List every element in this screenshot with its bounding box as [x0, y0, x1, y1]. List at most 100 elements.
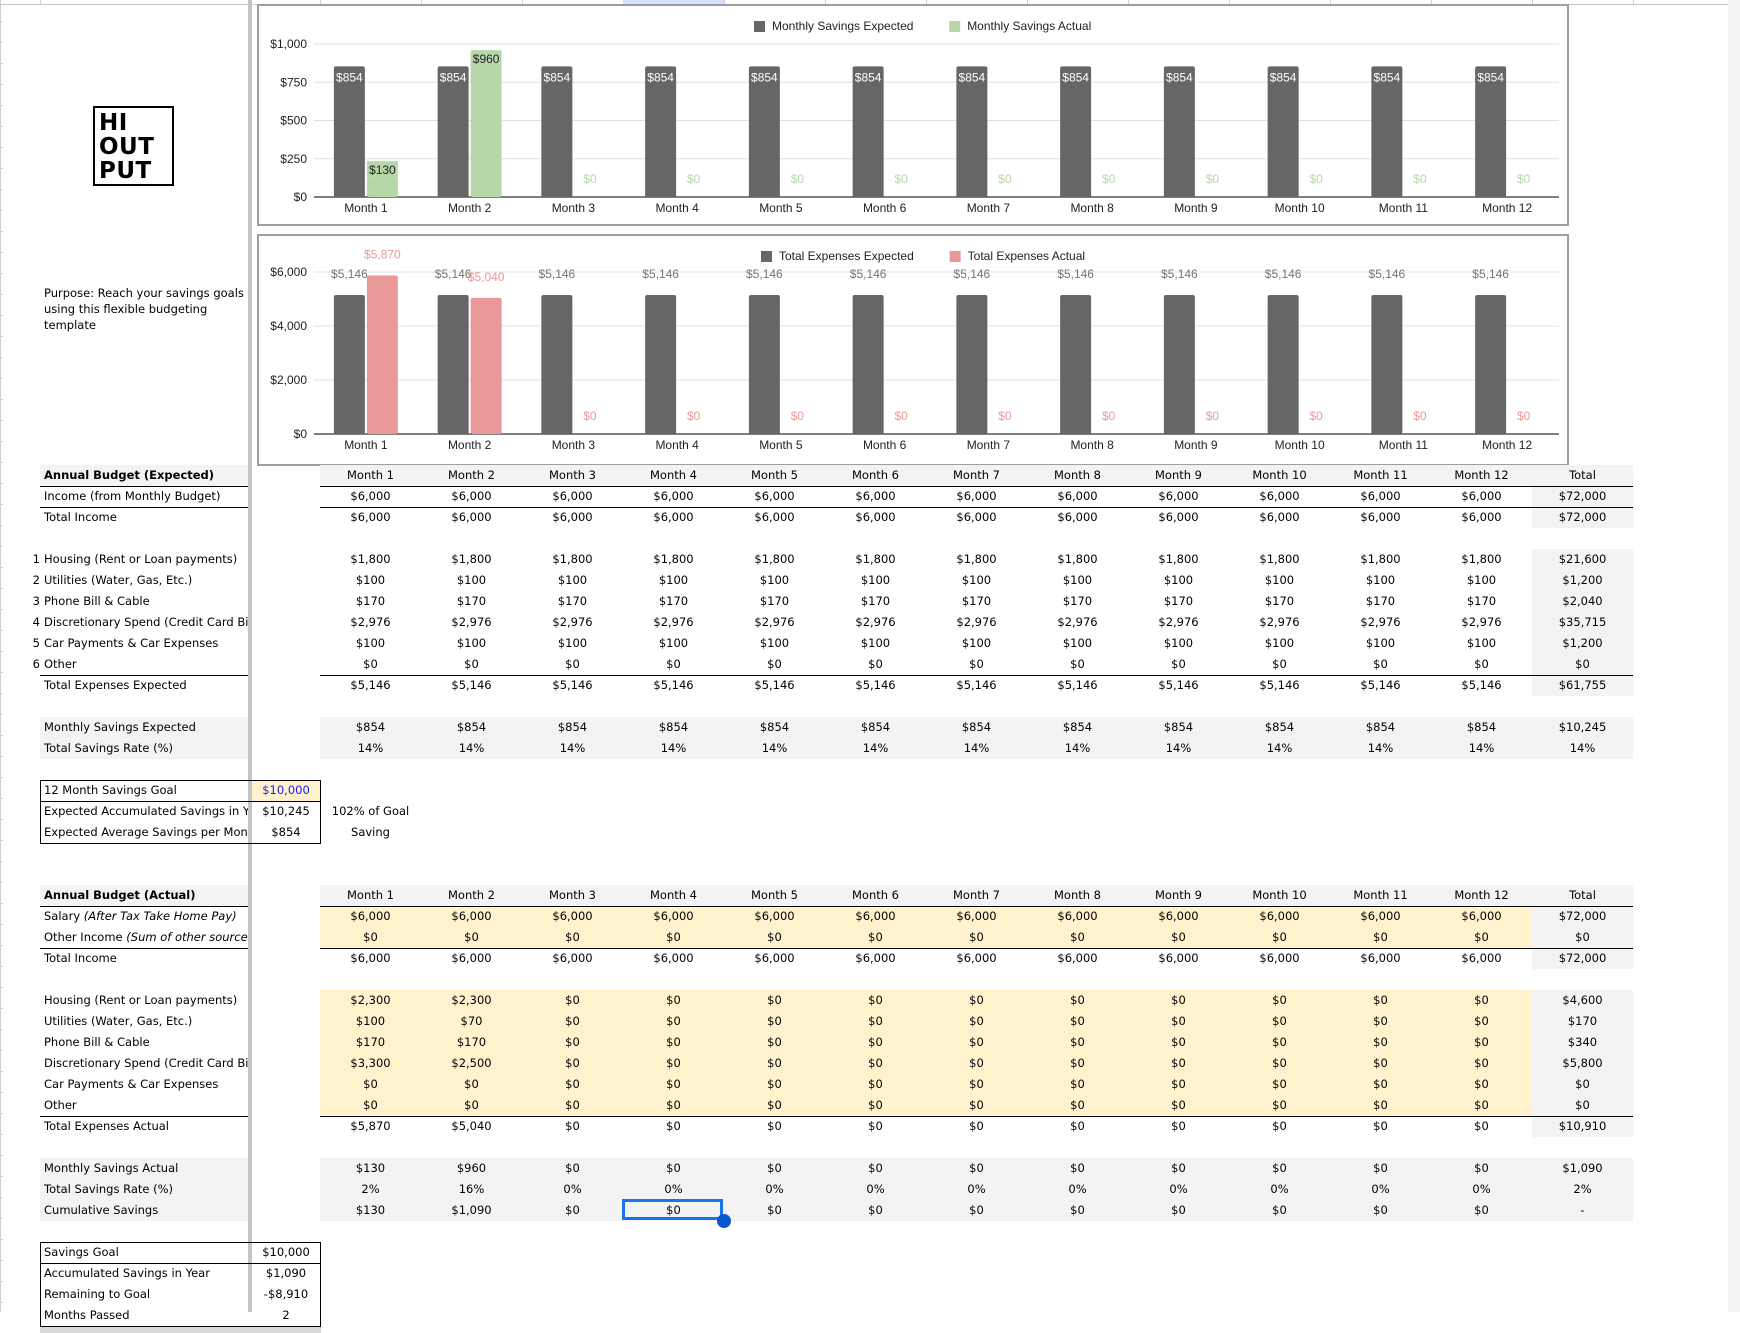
value-cell[interactable]: $170	[421, 1032, 522, 1053]
value-cell[interactable]: $0	[1027, 654, 1128, 675]
value-cell[interactable]: $0	[724, 927, 825, 948]
value-cell[interactable]: $1,800	[421, 549, 522, 570]
value-cell[interactable]: $6,000	[1027, 948, 1128, 969]
value-cell[interactable]: $2,976	[1229, 612, 1330, 633]
value-cell[interactable]: $6,000	[320, 486, 421, 507]
value-cell[interactable]: 14%	[1128, 738, 1229, 759]
total-cell[interactable]: $1,200	[1532, 633, 1633, 654]
value-cell[interactable]: $0	[1128, 1200, 1229, 1221]
value-cell[interactable]: 14%	[421, 738, 522, 759]
value-cell[interactable]: $0	[926, 654, 1027, 675]
value-cell[interactable]: 14%	[724, 738, 825, 759]
value-cell[interactable]: $0	[1027, 990, 1128, 1011]
selected-cell[interactable]	[622, 1199, 723, 1220]
total-cell[interactable]: $340	[1532, 1032, 1633, 1053]
value-cell[interactable]: $0	[1027, 1200, 1128, 1221]
value-cell[interactable]: $6,000	[522, 906, 623, 927]
value-cell[interactable]: $0	[623, 1095, 724, 1116]
value-cell[interactable]: $6,000	[522, 486, 623, 507]
value-cell[interactable]: 14%	[1027, 738, 1128, 759]
value-cell[interactable]: 0%	[1330, 1179, 1431, 1200]
value-cell[interactable]: $100	[926, 633, 1027, 654]
value-cell[interactable]: $0	[421, 927, 522, 948]
value-cell[interactable]: $2,976	[623, 612, 724, 633]
total-cell[interactable]: $21,600	[1532, 549, 1633, 570]
value-cell[interactable]: $100	[1027, 633, 1128, 654]
value-cell[interactable]: $6,000	[623, 507, 724, 528]
value-cell[interactable]: $6,000	[1128, 486, 1229, 507]
value-cell[interactable]: $0	[724, 1032, 825, 1053]
value-cell[interactable]: $5,146	[926, 675, 1027, 696]
value-cell[interactable]: $100	[825, 570, 926, 591]
value-cell[interactable]: $0	[421, 654, 522, 675]
value-cell[interactable]: 14%	[522, 738, 623, 759]
total-cell[interactable]: $35,715	[1532, 612, 1633, 633]
value-cell[interactable]: $1,800	[1431, 549, 1532, 570]
value-cell[interactable]: $100	[320, 633, 421, 654]
value-cell[interactable]: $170	[1229, 591, 1330, 612]
value-cell[interactable]: $0	[1431, 1158, 1532, 1179]
value-cell[interactable]: $0	[623, 1158, 724, 1179]
value-cell[interactable]: $6,000	[825, 906, 926, 927]
total-cell[interactable]: $1,090	[1532, 1158, 1633, 1179]
value-cell[interactable]: $170	[421, 591, 522, 612]
total-cell[interactable]: $0	[1532, 1074, 1633, 1095]
value-cell[interactable]: $6,000	[1330, 906, 1431, 927]
value-cell[interactable]: $0	[1431, 927, 1532, 948]
value-cell[interactable]: $0	[522, 1074, 623, 1095]
value-cell[interactable]: $0	[522, 1053, 623, 1074]
value-cell[interactable]: $6,000	[320, 507, 421, 528]
value-cell[interactable]: $2,976	[421, 612, 522, 633]
vertical-scrollbar[interactable]	[1728, 0, 1740, 1312]
value-cell[interactable]: $0	[926, 1116, 1027, 1137]
column-header-edge[interactable]	[39, 0, 41, 4]
value-cell[interactable]: $100	[1128, 570, 1229, 591]
fill-handle[interactable]	[717, 1214, 731, 1228]
value-cell[interactable]: 2%	[320, 1179, 421, 1200]
value-cell[interactable]: $854	[1330, 717, 1431, 738]
value-cell[interactable]: $5,146	[825, 675, 926, 696]
value-cell[interactable]: $170	[1330, 591, 1431, 612]
value-cell[interactable]: $0	[320, 654, 421, 675]
value-cell[interactable]: $0	[522, 1032, 623, 1053]
value-cell[interactable]: $0	[1431, 1200, 1532, 1221]
value-cell[interactable]: $0	[825, 654, 926, 675]
total-cell[interactable]: $2,040	[1532, 591, 1633, 612]
value-cell[interactable]: 14%	[1431, 738, 1532, 759]
value-cell[interactable]: $6,000	[1027, 906, 1128, 927]
value-cell[interactable]: $0	[320, 1095, 421, 1116]
value-cell[interactable]: $0	[1128, 654, 1229, 675]
total-cell[interactable]: $10,910	[1532, 1116, 1633, 1137]
total-cell[interactable]: $1,200	[1532, 570, 1633, 591]
value-cell[interactable]: $0	[825, 1032, 926, 1053]
total-cell[interactable]: $10,245	[1532, 717, 1633, 738]
value-cell[interactable]: $5,146	[1027, 675, 1128, 696]
column-header-edge[interactable]	[1632, 0, 1634, 4]
value-cell[interactable]: $0	[1229, 1158, 1330, 1179]
value-cell[interactable]: $100	[1027, 570, 1128, 591]
value-cell[interactable]: $0	[825, 1158, 926, 1179]
value-cell[interactable]: $0	[1330, 1053, 1431, 1074]
value-cell[interactable]: $0	[825, 1011, 926, 1032]
value-cell[interactable]: $0	[1128, 990, 1229, 1011]
value-cell[interactable]: $854	[1128, 717, 1229, 738]
value-cell[interactable]: $3,300	[320, 1053, 421, 1074]
value-cell[interactable]: $0	[1027, 1158, 1128, 1179]
value-cell[interactable]: $0	[1330, 1095, 1431, 1116]
value-cell[interactable]: $6,000	[1431, 948, 1532, 969]
value-cell[interactable]: $170	[1128, 591, 1229, 612]
value-cell[interactable]: $854	[421, 717, 522, 738]
value-cell[interactable]: $0	[1229, 990, 1330, 1011]
value-cell[interactable]: $170	[1027, 591, 1128, 612]
total-cell[interactable]: $0	[1532, 927, 1633, 948]
value-cell[interactable]: $854	[825, 717, 926, 738]
value-cell[interactable]: $0	[1330, 927, 1431, 948]
value-cell[interactable]: $1,800	[825, 549, 926, 570]
value-cell[interactable]: 14%	[825, 738, 926, 759]
value-cell[interactable]: $0	[825, 1074, 926, 1095]
value-cell[interactable]: $0	[1330, 990, 1431, 1011]
value-cell[interactable]: $0	[1229, 927, 1330, 948]
value-cell[interactable]: $0	[522, 1011, 623, 1032]
value-cell[interactable]: $6,000	[320, 948, 421, 969]
total-cell[interactable]: $72,000	[1532, 906, 1633, 927]
